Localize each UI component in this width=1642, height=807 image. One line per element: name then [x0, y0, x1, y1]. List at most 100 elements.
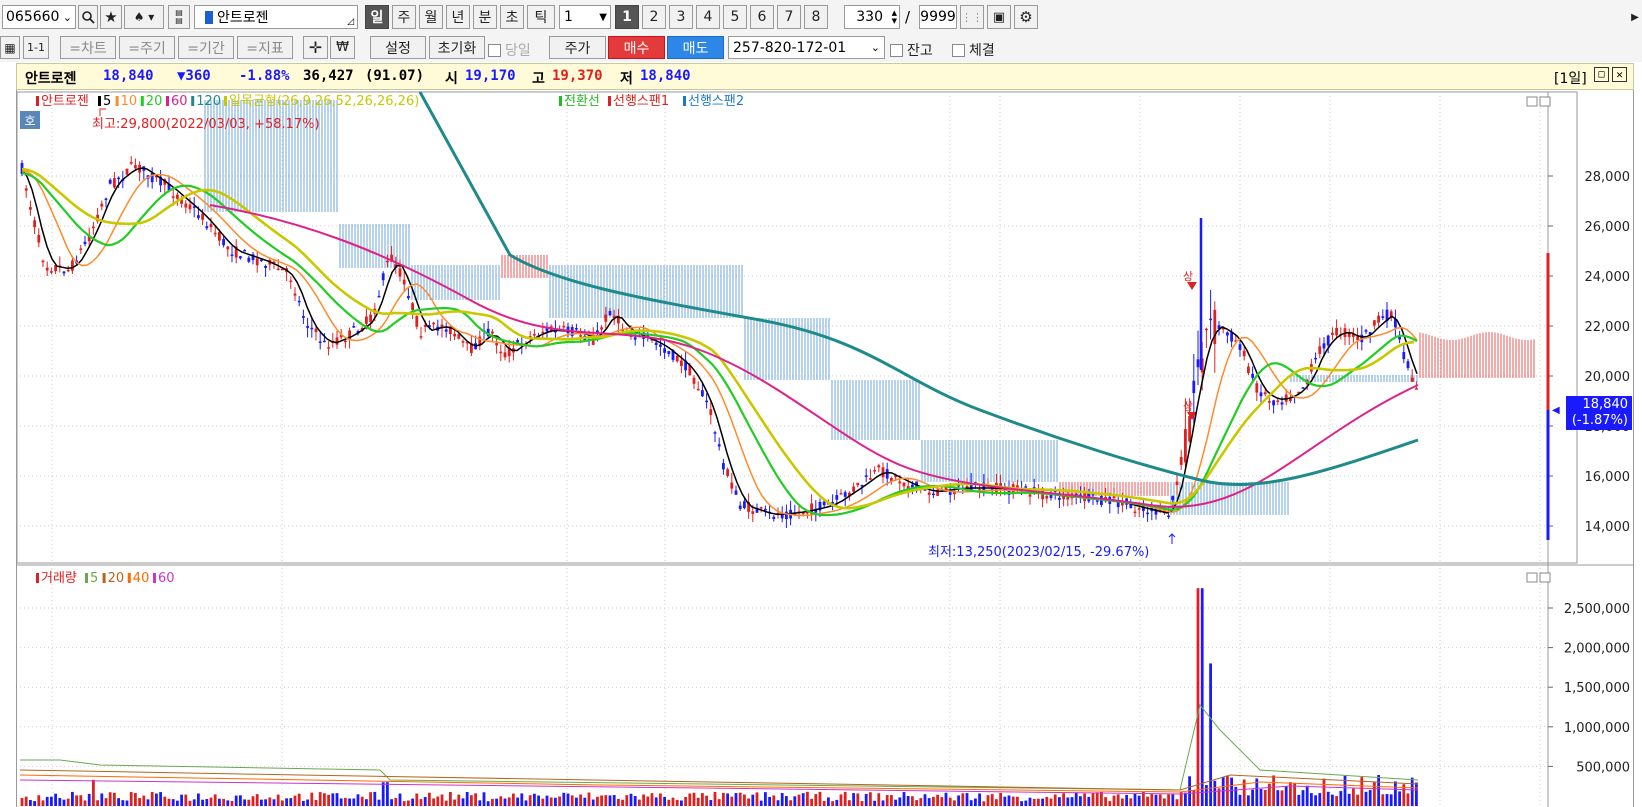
candle-body — [1331, 332, 1334, 335]
volume-bar — [461, 798, 465, 806]
y-tick-label: 14,000 — [1585, 520, 1631, 535]
price-legend-swatch — [166, 96, 169, 106]
candle-body — [1188, 415, 1191, 442]
candle-body — [205, 226, 209, 229]
volume-bar — [776, 800, 780, 806]
volume-bar — [75, 795, 78, 806]
volume-bar — [936, 794, 939, 806]
volume-bar — [1326, 791, 1330, 806]
panel-button-icon — [1526, 96, 1538, 107]
volume-bar — [470, 795, 473, 806]
volume-bar — [541, 798, 545, 806]
volume-bar — [402, 801, 406, 806]
volume-bar — [1158, 794, 1162, 806]
volume-bar — [121, 800, 125, 806]
candle-body — [604, 314, 608, 322]
volume-bar — [1049, 798, 1053, 806]
candle-body — [398, 268, 402, 277]
candle-body — [1356, 336, 1359, 340]
volume-bar — [961, 793, 965, 806]
volume-bar — [747, 798, 750, 806]
ichimoku-cloud — [204, 100, 1535, 515]
candle-body — [1209, 318, 1212, 321]
volume-bar — [163, 796, 167, 806]
y-tick-label: 16,000 — [1585, 470, 1631, 485]
candle-body — [201, 213, 204, 220]
volume-bar — [276, 794, 280, 806]
volume-bar — [1247, 795, 1250, 806]
volume-bar — [940, 797, 944, 806]
volume-bar — [696, 797, 700, 806]
volume-bar — [1133, 793, 1137, 806]
candle-body — [499, 351, 503, 354]
volume-legend-item: 60 — [158, 571, 175, 586]
volume-bar — [142, 795, 146, 806]
volume-bar — [814, 794, 818, 806]
volume-bar — [41, 800, 45, 806]
candle-body — [1322, 343, 1326, 349]
candle-body — [79, 248, 83, 251]
candle-body — [302, 316, 305, 318]
volume-bar — [1104, 797, 1107, 806]
volume-bar — [617, 798, 620, 806]
candle-body — [377, 295, 381, 298]
current-price-pct: (-1.87%) — [1571, 413, 1628, 428]
volume-bar — [1003, 796, 1007, 806]
volume-bar — [642, 794, 645, 806]
candle-body — [415, 316, 419, 327]
candle-body — [1314, 357, 1317, 360]
volume-bar — [806, 791, 809, 806]
volume-bar — [1301, 790, 1305, 806]
moving-average-lines — [21, 91, 1419, 517]
candle-body — [264, 266, 267, 269]
volume-bar — [608, 795, 612, 806]
volume-bar — [339, 798, 343, 806]
volume-bar — [512, 793, 515, 806]
volume-bar — [260, 799, 263, 806]
volume-bar — [1213, 780, 1217, 806]
volume-bar — [1175, 799, 1179, 806]
candle-body — [1171, 496, 1175, 501]
volume-bar — [810, 798, 813, 806]
candle-body — [654, 342, 658, 345]
volume-bar — [549, 797, 553, 806]
volume-bar — [579, 794, 582, 806]
volume-tick-label: 2,500,000 — [1564, 602, 1630, 617]
candle-body — [50, 271, 53, 273]
volume-bar — [839, 794, 843, 806]
volume-bar — [537, 795, 540, 806]
volume-bar — [1163, 798, 1166, 806]
hoga-badge[interactable]: 호 — [20, 111, 40, 129]
volume-bar — [751, 794, 755, 806]
volume-bar — [108, 792, 112, 806]
volume-bar — [474, 793, 477, 806]
volume-bar — [1095, 792, 1099, 806]
volume-bar — [944, 792, 948, 806]
volume-bar — [234, 795, 238, 806]
price-legend-item: 안트로젠 — [41, 94, 89, 109]
volume-bar — [999, 792, 1002, 806]
volume-bar — [243, 799, 246, 806]
volume-bar — [948, 797, 952, 806]
candle-body — [877, 465, 881, 468]
volume-bar — [113, 792, 116, 806]
volume-bar — [150, 791, 154, 806]
volume-bar — [205, 799, 209, 806]
volume-bar — [184, 794, 188, 806]
volume-bar — [671, 797, 675, 806]
volume-bar — [793, 796, 797, 806]
candle-body — [1268, 401, 1271, 403]
candle-body — [1247, 366, 1250, 374]
candle-body — [726, 469, 729, 476]
volume-bar — [302, 800, 305, 806]
volume-bar — [1074, 792, 1078, 806]
low-note: 최저:13,250(2023/02/15, -29.67%) — [928, 545, 1150, 560]
volume-bar — [780, 793, 784, 806]
candle-body — [1146, 512, 1149, 515]
volume-bar — [92, 779, 95, 806]
volume-bar — [890, 795, 893, 806]
volume-bar — [58, 797, 62, 806]
volume-bar — [230, 800, 234, 806]
volume-bar — [306, 799, 309, 806]
candle-body — [335, 337, 339, 345]
